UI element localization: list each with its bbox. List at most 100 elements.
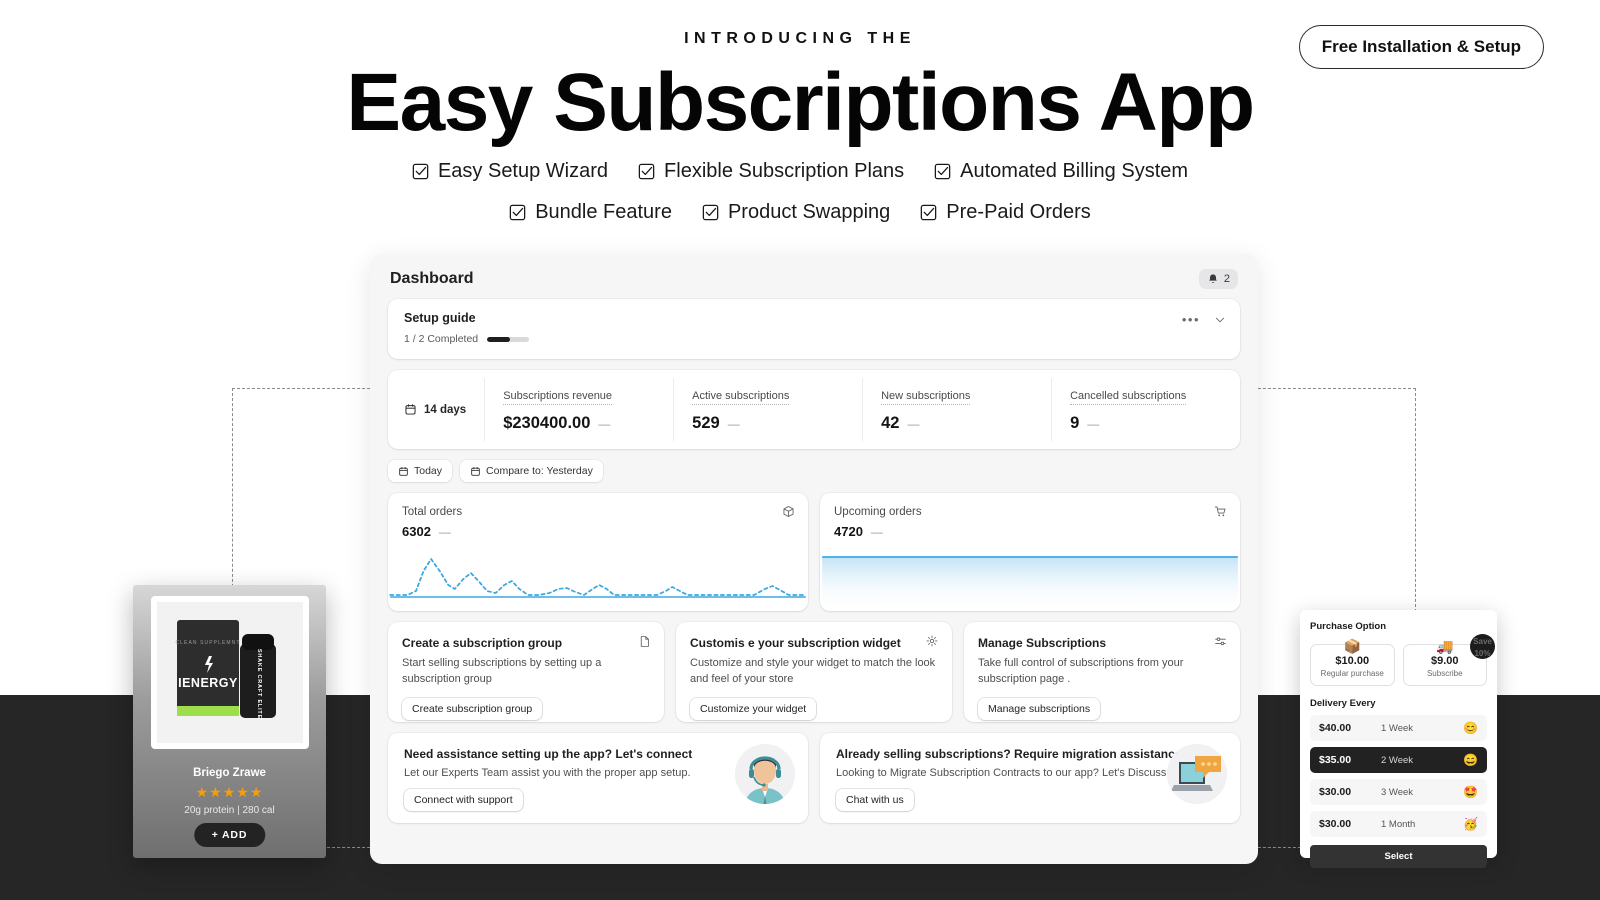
calendar-icon: [471, 466, 480, 476]
notification-count: 2: [1223, 273, 1230, 285]
stat-label: New subscriptions: [881, 390, 971, 405]
product-rating-stars: ★★★★★: [195, 784, 264, 800]
card-description: Looking to Migrate Subscription Contract…: [836, 767, 1170, 779]
add-to-cart-button[interactable]: + ADD: [193, 823, 266, 847]
stat-delta: —: [1087, 417, 1100, 431]
feature-row-1: Easy Setup Wizard Flexible Subscription …: [0, 160, 1600, 183]
card-description: Start selling subscriptions by setting u…: [402, 657, 602, 685]
free-installation-badge[interactable]: Free Installation & Setup: [1298, 25, 1544, 69]
stat-delta: —: [727, 417, 740, 431]
option-label: Regular purchase: [1320, 669, 1384, 678]
chat-with-us-button[interactable]: Chat with us: [836, 789, 914, 811]
manage-subscriptions-card: Manage Subscriptions Take full control o…: [964, 622, 1240, 722]
option-price: $9.00: [1430, 655, 1459, 667]
progress-bar: [487, 336, 530, 342]
date-range-selector[interactable]: 14 days: [388, 378, 486, 441]
delivery-price: $30.00: [1319, 818, 1352, 830]
delivery-option-row[interactable]: $30.00 1 Month 🥳: [1310, 811, 1487, 837]
connect-with-support-button[interactable]: Connect with support: [404, 789, 523, 811]
notifications-button[interactable]: 2: [1198, 269, 1238, 289]
truck-emoji-icon: 🚚: [1436, 638, 1454, 654]
stat-label: Subscriptions revenue: [503, 390, 613, 405]
stat-label: Cancelled subscriptions: [1070, 390, 1187, 405]
delivery-period: 1 Week: [1381, 722, 1414, 734]
check-square-icon: [702, 204, 719, 221]
delivery-option-row-selected[interactable]: $35.00 2 Week 😄: [1310, 747, 1487, 773]
feature-item: Easy Setup Wizard: [412, 160, 608, 183]
order-charts-row: Total orders 6302 — Upcoming orders 4720 —: [388, 493, 1240, 611]
card-title: Customis e your subscription widget: [690, 636, 901, 650]
delivery-option-row[interactable]: $30.00 3 Week 🤩: [1310, 779, 1487, 805]
calendar-icon: [405, 404, 416, 415]
setup-guide-card: Setup guide 1 / 2 Completed •••: [388, 299, 1240, 359]
feature-label: Flexible Subscription Plans: [664, 160, 905, 182]
dashboard-panel: Dashboard 2 Setup guide 1 / 2 Completed …: [370, 254, 1258, 864]
chevron-down-icon[interactable]: [1214, 314, 1226, 326]
more-options-icon[interactable]: •••: [1182, 313, 1200, 326]
chip-label: Today: [414, 465, 443, 477]
card-title: Manage Subscriptions: [978, 636, 1107, 650]
save-badge-line1: Save: [1473, 637, 1492, 647]
stat-card: New subscriptions 42 —: [863, 378, 1053, 441]
customize-widget-card: Customis e your subscription widget Cust…: [676, 622, 952, 722]
purchase-option-panel: Purchase Option 📦 $10.00 Regular purchas…: [1300, 610, 1497, 868]
feature-label: Pre-Paid Orders: [946, 201, 1091, 223]
dashboard-body: Setup guide 1 / 2 Completed ••• 14 days …: [370, 299, 1258, 841]
total-orders-card: Total orders 6302 —: [388, 493, 808, 611]
feature-label: Automated Billing System: [960, 160, 1189, 182]
option-regular-purchase[interactable]: 📦 $10.00 Regular purchase: [1310, 638, 1395, 686]
product-illustration: CLEAN SUPPLEMNT IENERGY SHAKE CRAFT ELIT…: [157, 602, 303, 743]
chip-today[interactable]: Today: [388, 460, 453, 482]
card-label: Upcoming orders: [834, 506, 922, 518]
feature-label: Product Swapping: [727, 201, 891, 223]
select-button[interactable]: Select: [1310, 845, 1487, 868]
total-orders-sparkline: [389, 558, 807, 598]
upcoming-orders-sparkline: [822, 556, 1238, 611]
stat-value: 9: [1070, 414, 1080, 432]
feature-item: Product Swapping: [702, 201, 890, 224]
purchase-options: 📦 $10.00 Regular purchase 🚚 Save 10% $9.…: [1310, 634, 1495, 686]
support-cards-row: Need assistance setting up the app? Let'…: [388, 733, 1240, 823]
stat-value: $230400.00: [503, 414, 591, 432]
delivery-option-row[interactable]: $40.00 1 Week 😊: [1310, 715, 1487, 741]
setup-progress-label: 1 / 2 Completed: [404, 333, 479, 345]
page-title: Easy Subscriptions App: [346, 57, 1255, 148]
delivery-price: $30.00: [1319, 786, 1352, 798]
migration-card: Already selling subscriptions? Require m…: [820, 733, 1240, 823]
product-image: CLEAN SUPPLEMNT IENERGY SHAKE CRAFT ELIT…: [151, 596, 309, 749]
filter-chips: Today Compare to: Yesterday: [388, 460, 1240, 482]
feature-item: Pre-Paid Orders: [920, 201, 1091, 224]
create-subscription-group-card: Create a subscription group Start sellin…: [388, 622, 664, 722]
card-value: 4720: [834, 524, 863, 539]
feature-label: Bundle Feature: [535, 201, 672, 223]
chip-compare-to[interactable]: Compare to: Yesterday: [460, 460, 603, 482]
delivery-price: $40.00: [1319, 722, 1352, 734]
check-square-icon: [412, 163, 429, 180]
card-value: 6302: [402, 524, 431, 539]
shaker-label: SHAKE CRAFT ELITE: [256, 649, 262, 719]
stat-card: Subscriptions revenue $230400.00 —: [485, 378, 675, 441]
star-struck-emoji-icon: 🤩: [1463, 785, 1478, 799]
manage-subscriptions-button[interactable]: Manage subscriptions: [978, 697, 1101, 720]
page-root: INTRODUCING THE Easy Subscriptions App E…: [0, 0, 1600, 900]
product-card: CLEAN SUPPLEMNT IENERGY SHAKE CRAFT ELIT…: [133, 585, 326, 858]
product-brand: IENERGY: [178, 676, 238, 690]
card-description: Let our Experts Team assist you with the…: [404, 767, 691, 779]
create-subscription-group-button[interactable]: Create subscription group: [402, 697, 543, 720]
delivery-period: 3 Week: [1381, 786, 1414, 798]
customize-widget-button[interactable]: Customize your widget: [690, 697, 817, 720]
check-square-icon: [934, 163, 951, 180]
feature-item: Flexible Subscription Plans: [638, 160, 904, 183]
option-price: $10.00: [1335, 655, 1370, 667]
stat-value: 42: [881, 414, 900, 432]
dashboard-header: Dashboard 2: [370, 254, 1258, 299]
setup-guide-title: Setup guide: [404, 311, 476, 325]
save-badge-line2: 10%: [1474, 648, 1491, 658]
stat-delta: —: [598, 417, 611, 431]
check-square-icon: [921, 204, 937, 221]
check-square-icon: [638, 163, 655, 180]
cart-icon: [1214, 505, 1227, 523]
option-subscribe[interactable]: 🚚 Save 10% $9.00 Subscribe: [1402, 634, 1495, 686]
support-card: Need assistance setting up the app? Let'…: [388, 733, 808, 823]
gear-icon: [926, 635, 939, 653]
